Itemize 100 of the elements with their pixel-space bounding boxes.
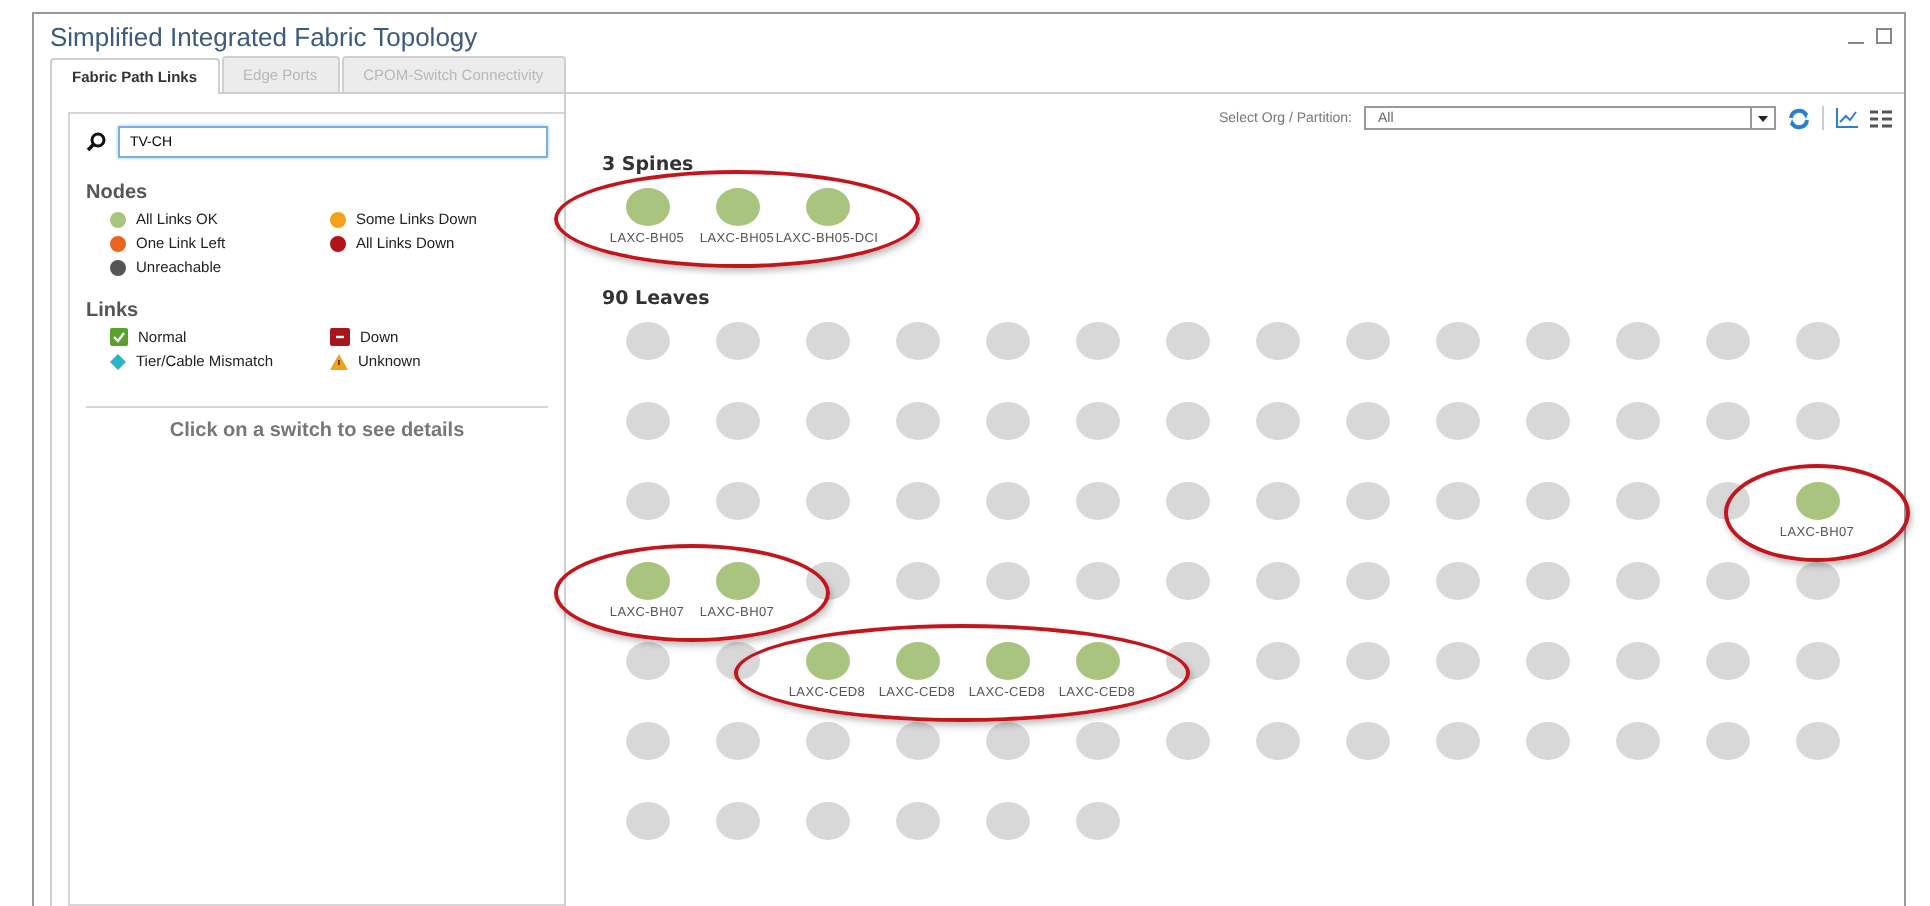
switch-node[interactable] [1525, 562, 1569, 600]
switch-node[interactable] [1165, 402, 1209, 440]
chart-icon[interactable] [1836, 108, 1858, 128]
switch-node[interactable] [1435, 642, 1479, 680]
switch-node[interactable] [1525, 322, 1569, 360]
switch-node[interactable] [625, 322, 669, 360]
switch-node[interactable] [715, 188, 759, 226]
switch-node[interactable] [985, 722, 1029, 760]
switch-node[interactable] [1795, 322, 1839, 360]
list-icon[interactable] [1870, 109, 1892, 127]
switch-node[interactable] [1075, 402, 1119, 440]
switch-node[interactable] [1525, 642, 1569, 680]
switch-node[interactable] [1075, 322, 1119, 360]
switch-node[interactable] [1345, 482, 1389, 520]
switch-node[interactable] [895, 482, 939, 520]
switch-node[interactable] [1615, 322, 1659, 360]
switch-node[interactable] [1435, 402, 1479, 440]
switch-node[interactable] [895, 402, 939, 440]
switch-node[interactable] [1615, 562, 1659, 600]
switch-node[interactable] [715, 482, 759, 520]
switch-node[interactable] [1795, 562, 1839, 600]
switch-node[interactable] [1345, 562, 1389, 600]
switch-node[interactable] [715, 642, 759, 680]
switch-node[interactable] [625, 722, 669, 760]
switch-node[interactable] [805, 188, 849, 226]
switch-node[interactable] [625, 562, 669, 600]
switch-node[interactable] [1165, 322, 1209, 360]
group-title: 3 Spines [602, 154, 696, 176]
switch-node[interactable] [1075, 562, 1119, 600]
switch-node[interactable] [805, 642, 849, 680]
switch-node[interactable] [625, 402, 669, 440]
switch-node[interactable] [625, 188, 669, 226]
switch-node[interactable] [1345, 722, 1389, 760]
switch-node[interactable] [1705, 562, 1749, 600]
section-title: Nodes [86, 182, 150, 204]
switch-node[interactable] [715, 802, 759, 840]
switch-node[interactable] [1075, 482, 1119, 520]
switch-node[interactable] [805, 482, 849, 520]
switch-node[interactable] [1075, 722, 1119, 760]
switch-node[interactable] [805, 322, 849, 360]
switch-node[interactable] [1165, 562, 1209, 600]
switch-node[interactable] [895, 562, 939, 600]
switch-node[interactable] [1795, 482, 1839, 520]
switch-node[interactable] [625, 482, 669, 520]
switch-node[interactable] [1795, 722, 1839, 760]
switch-node[interactable] [715, 322, 759, 360]
switch-node[interactable] [1435, 322, 1479, 360]
switch-node[interactable] [1255, 402, 1299, 440]
switch-node[interactable] [1615, 722, 1659, 760]
switch-node[interactable] [985, 482, 1029, 520]
switch-node[interactable] [1795, 642, 1839, 680]
switch-node[interactable] [1345, 402, 1389, 440]
switch-node[interactable] [1615, 482, 1659, 520]
switch-node[interactable] [805, 402, 849, 440]
switch-node[interactable] [715, 722, 759, 760]
switch-node[interactable] [625, 802, 669, 840]
switch-node[interactable] [1705, 722, 1749, 760]
switch-node[interactable] [895, 722, 939, 760]
switch-node[interactable] [1075, 802, 1119, 840]
switch-node[interactable] [1525, 722, 1569, 760]
switch-node[interactable] [895, 802, 939, 840]
switch-node[interactable] [895, 322, 939, 360]
refresh-icon[interactable] [1788, 107, 1810, 129]
switch-node[interactable] [1705, 642, 1749, 680]
switch-node[interactable] [1435, 482, 1479, 520]
switch-node[interactable] [1615, 642, 1659, 680]
switch-node[interactable] [1165, 482, 1209, 520]
switch-node[interactable] [805, 722, 849, 760]
switch-node[interactable] [1525, 482, 1569, 520]
switch-node[interactable] [1165, 722, 1209, 760]
maximize-icon[interactable] [1876, 28, 1892, 44]
switch-node[interactable] [1705, 322, 1749, 360]
switch-node[interactable] [1705, 402, 1749, 440]
switch-node[interactable] [625, 642, 669, 680]
switch-node[interactable] [985, 642, 1029, 680]
switch-node[interactable] [1795, 402, 1839, 440]
switch-node[interactable] [1255, 482, 1299, 520]
switch-node[interactable] [985, 562, 1029, 600]
switch-node[interactable] [985, 802, 1029, 840]
switch-node[interactable] [1345, 642, 1389, 680]
switch-node[interactable] [805, 802, 849, 840]
switch-node[interactable] [1255, 322, 1299, 360]
switch-node[interactable] [1435, 722, 1479, 760]
switch-node[interactable] [1705, 482, 1749, 520]
switch-node[interactable] [1435, 562, 1479, 600]
switch-node[interactable] [1255, 562, 1299, 600]
switch-node[interactable] [1075, 642, 1119, 680]
switch-node[interactable] [715, 562, 759, 600]
switch-node[interactable] [715, 402, 759, 440]
switch-node[interactable] [895, 642, 939, 680]
switch-node[interactable] [1255, 642, 1299, 680]
switch-node[interactable] [1615, 402, 1659, 440]
switch-node[interactable] [805, 562, 849, 600]
switch-node[interactable] [985, 402, 1029, 440]
switch-node[interactable] [1525, 402, 1569, 440]
switch-node[interactable] [1255, 722, 1299, 760]
window-title: Simplified Integrated Fabric Topology [50, 21, 480, 51]
switch-node[interactable] [1165, 642, 1209, 680]
switch-node[interactable] [985, 322, 1029, 360]
switch-node[interactable] [1345, 322, 1389, 360]
